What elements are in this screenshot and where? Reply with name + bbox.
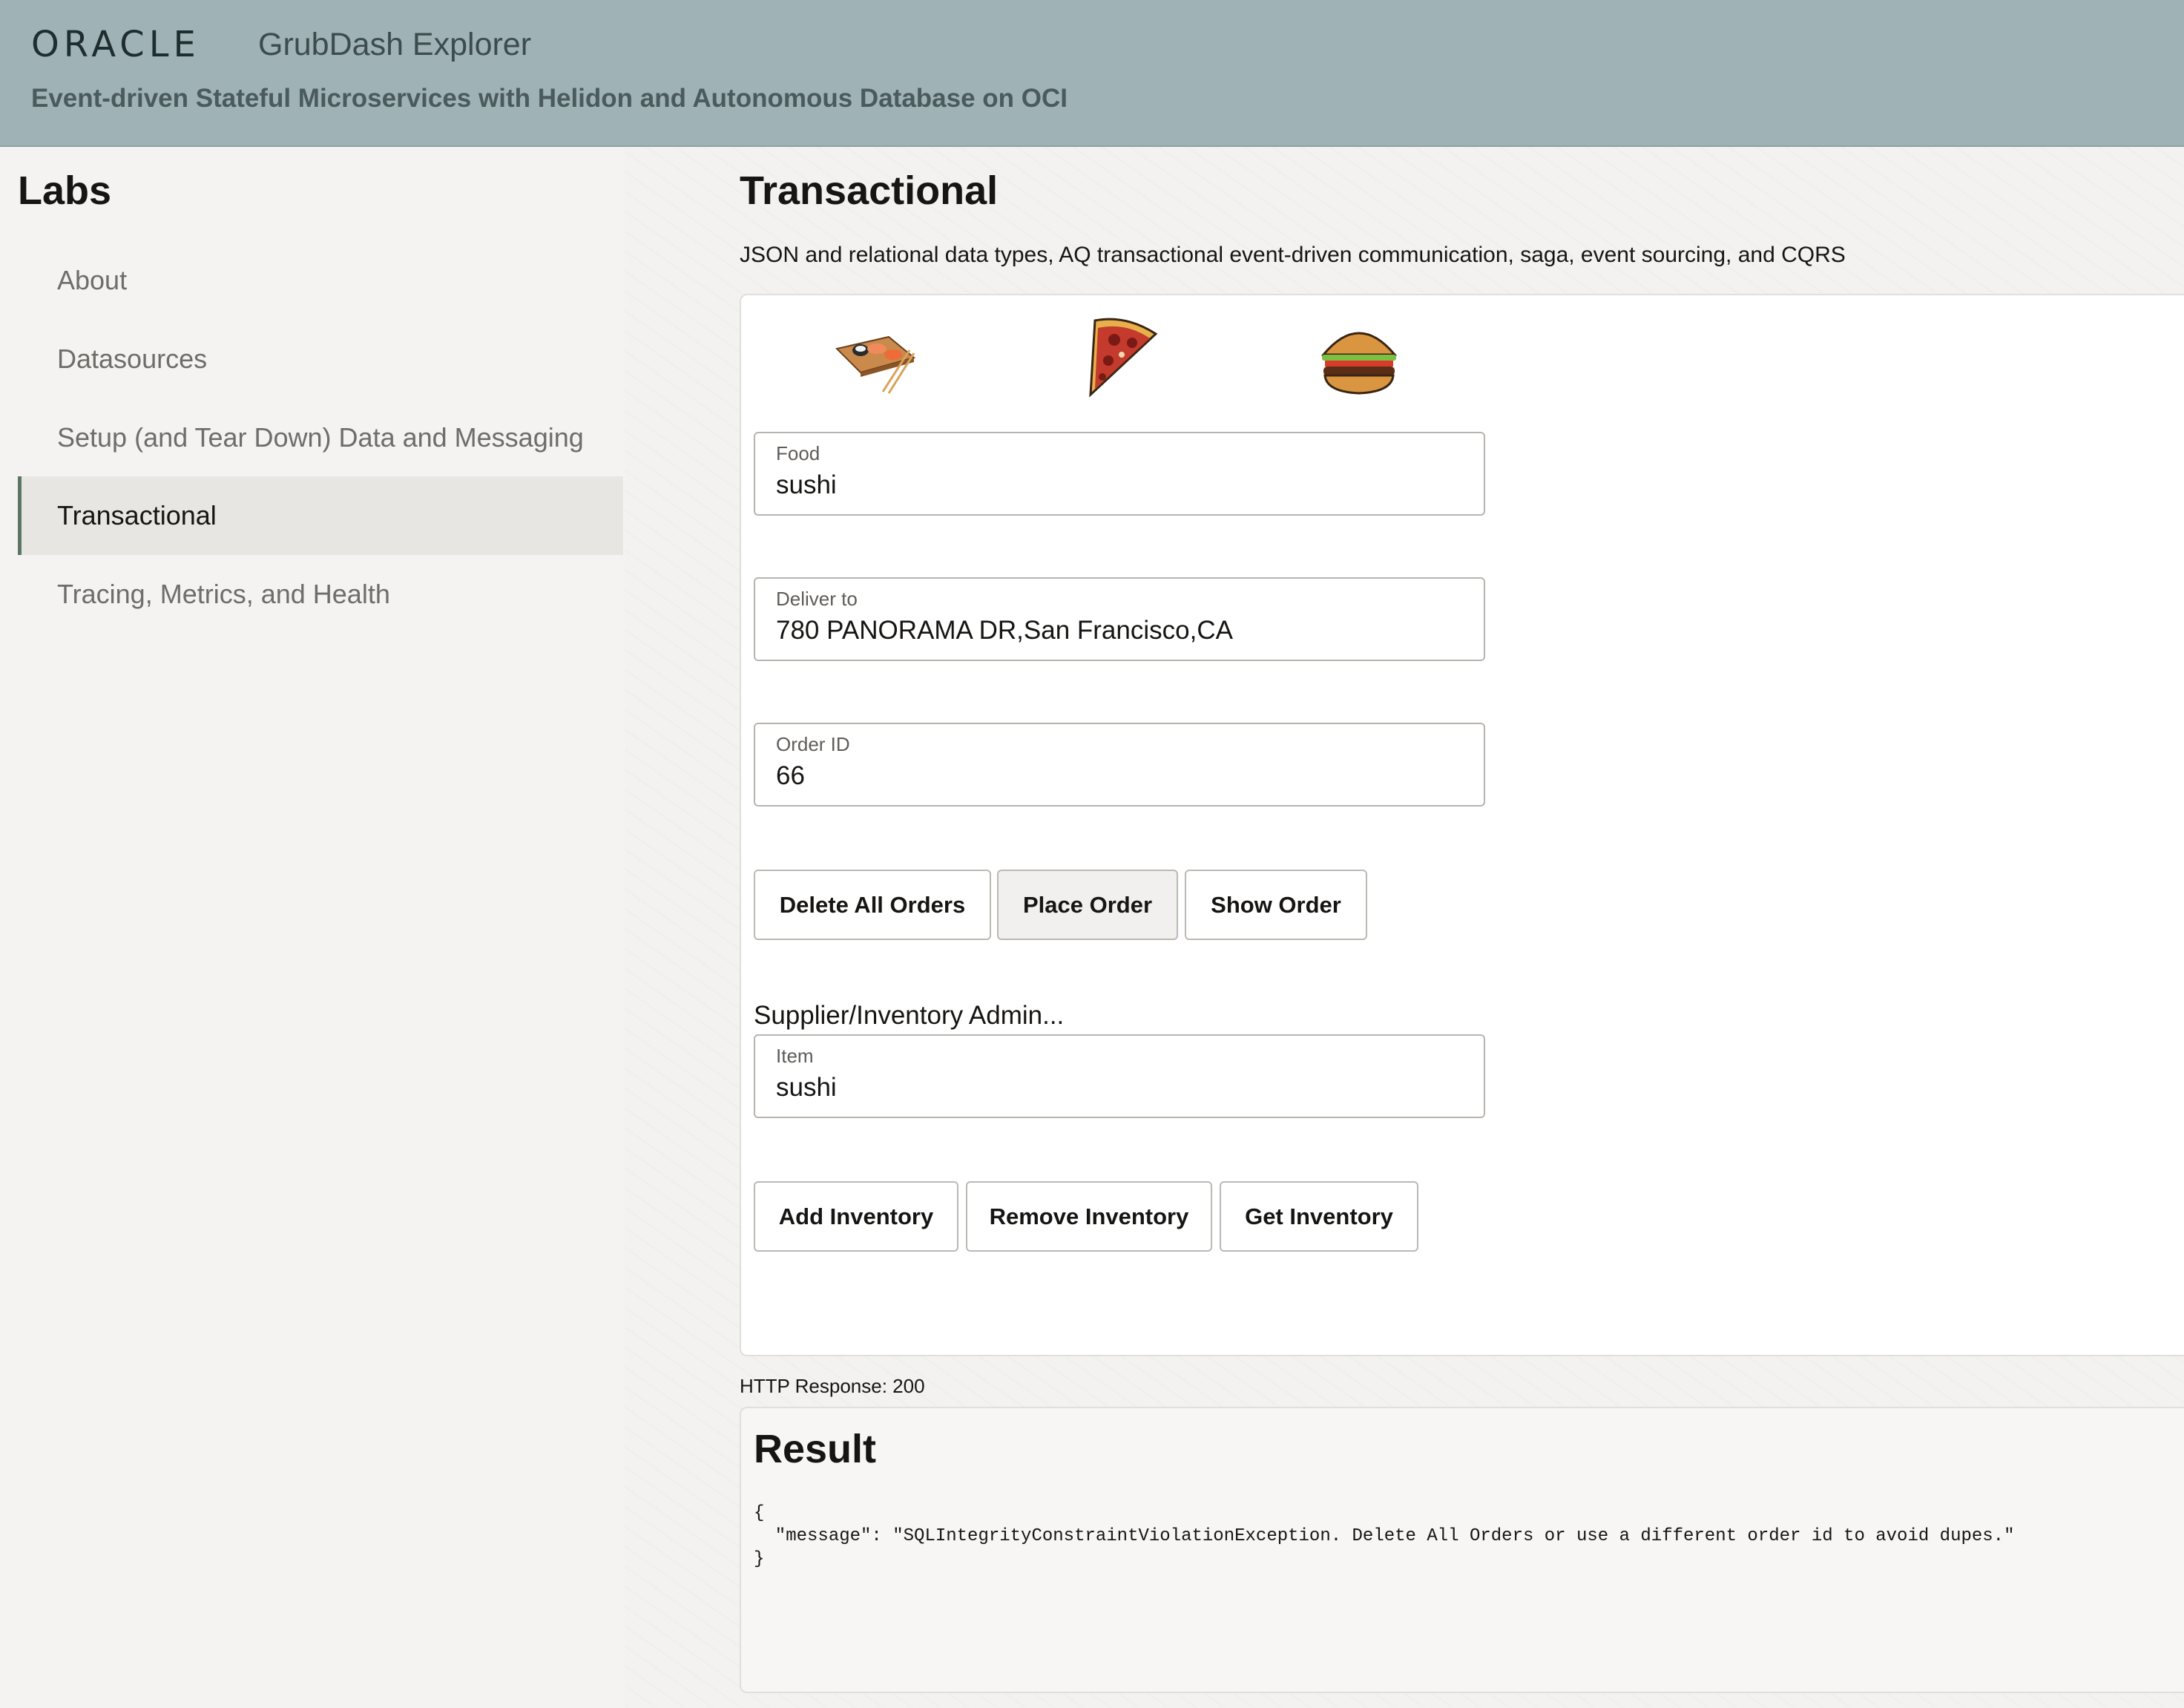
deliver-to-field-label: Deliver to: [776, 588, 858, 610]
sidebar-item-transactional[interactable]: Transactional: [18, 476, 623, 555]
deliver-to-field[interactable]: Deliver to 780 PANORAMA DR,San Francisco…: [754, 577, 1485, 661]
food-field[interactable]: Food sushi: [754, 432, 1485, 516]
supplier-inventory-label: Supplier/Inventory Admin...: [754, 1001, 1065, 1030]
item-field-value[interactable]: sushi: [776, 1073, 837, 1103]
pizza-icon[interactable]: [1073, 312, 1162, 401]
sidebar-item-tracing[interactable]: Tracing, Metrics, and Health: [18, 555, 623, 634]
remove-inventory-button[interactable]: Remove Inventory: [966, 1181, 1212, 1252]
show-order-button[interactable]: Show Order: [1185, 870, 1367, 940]
sidebar-heading: Labs: [18, 168, 112, 213]
app-title: GrubDash Explorer: [258, 27, 532, 62]
order-id-field-value[interactable]: 66: [776, 761, 805, 791]
item-field-label: Item: [776, 1045, 814, 1067]
app-header: ORACLE GrubDash Explorer Event-driven St…: [0, 0, 2184, 147]
add-inventory-button[interactable]: Add Inventory: [754, 1181, 958, 1252]
http-response-status: HTTP Response: 200: [740, 1375, 925, 1397]
item-field[interactable]: Item sushi: [754, 1034, 1485, 1118]
food-field-value[interactable]: sushi: [776, 470, 837, 500]
place-order-button[interactable]: Place Order: [997, 870, 1178, 940]
order-id-field[interactable]: Order ID 66: [754, 723, 1485, 807]
result-title: Result: [754, 1427, 877, 1471]
order-id-field-label: Order ID: [776, 733, 850, 755]
result-json: { "message": "SQLIntegrityConstraintViol…: [754, 1503, 2015, 1569]
get-inventory-button[interactable]: Get Inventory: [1220, 1181, 1418, 1252]
sidebar-item-setup[interactable]: Setup (and Tear Down) Data and Messaging: [18, 398, 623, 477]
page-title: Transactional: [740, 168, 999, 213]
sidebar-item-about[interactable]: About: [18, 241, 623, 320]
deliver-to-field-value[interactable]: 780 PANORAMA DR,San Francisco,CA: [776, 616, 1233, 646]
page-description: JSON and relational data types, AQ trans…: [740, 243, 1846, 267]
burger-icon[interactable]: [1315, 312, 1404, 401]
food-field-label: Food: [776, 442, 820, 464]
app-subtitle: Event-driven Stateful Microservices with…: [31, 84, 1068, 113]
sushi-icon[interactable]: [831, 312, 920, 401]
oracle-logo[interactable]: ORACLE: [31, 24, 200, 65]
delete-all-orders-button[interactable]: Delete All Orders: [754, 870, 991, 940]
sidebar-item-datasources[interactable]: Datasources: [18, 320, 623, 398]
